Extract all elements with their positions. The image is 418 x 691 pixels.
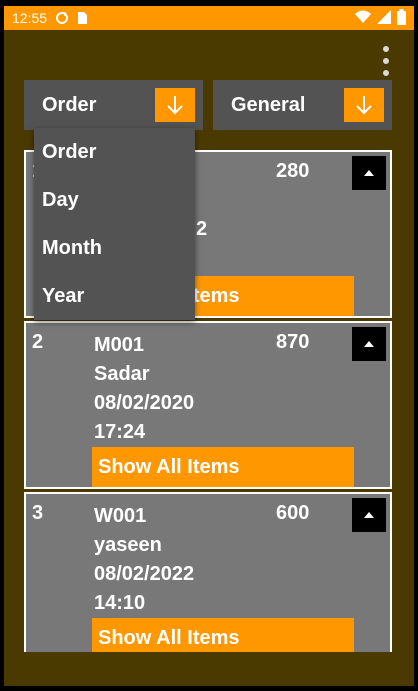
collapse-icon[interactable] xyxy=(352,156,386,190)
order-date: 08/02/2020 xyxy=(94,392,195,414)
wifi-icon xyxy=(355,10,371,27)
order-details: M001 Sadar 08/02/2020 17:24 xyxy=(94,331,194,447)
order-date: 08/02/2022 xyxy=(94,563,195,585)
order-amount: 280 xyxy=(276,160,310,182)
show-all-items-label: Show All Items xyxy=(98,626,240,649)
dropdown-option-order[interactable]: Order xyxy=(34,128,195,176)
device-frame: 12:55 Order General 280 2 Items 2 M001 S… xyxy=(0,0,418,691)
order-customer: yaseen xyxy=(94,534,162,556)
order-card: 2 M001 Sadar 08/02/2020 17:24 870 Show A… xyxy=(24,321,392,489)
collapse-icon[interactable] xyxy=(352,498,386,532)
dropdown-option-day[interactable]: Day xyxy=(34,176,195,224)
order-code: M001 xyxy=(94,334,145,356)
battery-icon xyxy=(397,8,406,28)
arrow-down-icon xyxy=(155,88,195,122)
filter-period-spinner[interactable]: Order xyxy=(24,80,203,130)
signal-icon xyxy=(377,9,391,27)
status-right-icons xyxy=(355,8,406,28)
order-details: W001 yaseen 08/02/2022 14:10 xyxy=(94,502,194,618)
dropdown-option-month[interactable]: Month xyxy=(34,224,195,272)
arrow-down-icon xyxy=(344,88,384,122)
order-time: 17:24 xyxy=(94,421,146,443)
order-date-tail: 2 xyxy=(196,218,208,240)
show-all-items-label: Show All Items xyxy=(98,455,240,478)
dropdown-option-year[interactable]: Year xyxy=(34,272,195,320)
filter-type-value: General xyxy=(231,93,306,116)
sync-icon xyxy=(55,11,69,25)
order-amount: 600 xyxy=(276,502,310,524)
show-all-items-button[interactable]: Show All Items xyxy=(92,447,354,487)
status-bar: 12:55 xyxy=(4,6,414,30)
order-index: 3 xyxy=(32,502,44,524)
main-screen: Order General 1 280 2 Show All Items xyxy=(4,30,414,686)
order-time: 14:10 xyxy=(94,592,146,614)
order-amount: 870 xyxy=(276,331,310,353)
sim-card-icon xyxy=(75,11,89,25)
order-code: W001 xyxy=(94,505,147,527)
status-time: 12:55 xyxy=(12,10,48,26)
overflow-menu-icon[interactable] xyxy=(380,46,392,76)
collapse-icon[interactable] xyxy=(352,327,386,361)
order-card: 3 W001 yaseen 08/02/2022 14:10 600 Show … xyxy=(24,492,392,652)
filter-period-value: Order xyxy=(42,93,97,116)
order-customer: Sadar xyxy=(94,363,150,385)
filter-period-dropdown: Order Day Month Year xyxy=(34,128,195,320)
order-index: 2 xyxy=(32,331,44,353)
filter-type-spinner[interactable]: General xyxy=(213,80,392,130)
show-all-items-button[interactable]: Show All Items xyxy=(92,618,354,652)
